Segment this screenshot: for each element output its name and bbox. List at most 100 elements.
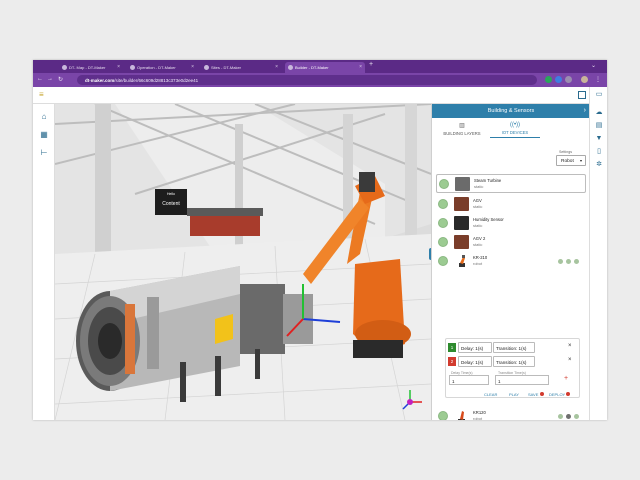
- remove-step-icon[interactable]: ×: [568, 357, 572, 363]
- extension-icon[interactable]: [545, 76, 552, 83]
- status-indicator[interactable]: [574, 414, 579, 419]
- chevron-down-icon: ▾: [579, 158, 582, 163]
- status-dot[interactable]: [438, 199, 448, 209]
- tab-search-icon[interactable]: ⌄: [591, 62, 596, 69]
- device-name: Steam Turbine: [474, 178, 502, 183]
- status-indicator[interactable]: [566, 259, 571, 264]
- filter-icon[interactable]: ▼: [594, 134, 604, 143]
- extension-icon[interactable]: [555, 76, 562, 83]
- printer-icon[interactable]: ▤: [594, 121, 604, 130]
- step-transition[interactable]: Transition: 1(s): [493, 342, 535, 353]
- building-sensors-panel: Building & Sensors › ▥ BUILDING LAYERS (…: [431, 104, 589, 420]
- device-row[interactable]: Steam Turbine static: [436, 174, 586, 193]
- step-transition[interactable]: Transition: 1(s): [493, 356, 535, 367]
- grid-view-icon[interactable]: [578, 91, 586, 99]
- factory-icon[interactable]: ⌂: [38, 112, 50, 122]
- device-row[interactable]: AGV static: [436, 195, 586, 214]
- overlay-content: Content: [162, 201, 180, 207]
- hierarchy-icon[interactable]: ⊢: [38, 148, 50, 158]
- tab-title: Sites - DT-Maker: [211, 65, 242, 70]
- device-row[interactable]: Humidity Sensor static: [436, 214, 586, 233]
- tab-label: BUILDING LAYERS: [443, 131, 481, 136]
- device-row[interactable]: AGV 2 static: [436, 233, 586, 252]
- chat-icon[interactable]: ▭: [594, 90, 604, 99]
- device-type: static: [474, 184, 484, 189]
- close-tab-icon[interactable]: ×: [117, 64, 120, 70]
- status-indicator[interactable]: [558, 259, 563, 264]
- address-bar: ← → ↻ dt-maker.com/site/builder/66c609d2…: [33, 73, 607, 87]
- profile-avatar[interactable]: [581, 76, 588, 83]
- device-type: static: [473, 223, 483, 228]
- new-tab-button[interactable]: +: [369, 61, 373, 68]
- status-dot[interactable]: [438, 411, 448, 420]
- device-thumbnail: [454, 235, 469, 249]
- layers-icon[interactable]: ▦: [38, 130, 50, 140]
- device-thumbnail: [454, 197, 469, 211]
- forward-icon[interactable]: →: [47, 76, 53, 82]
- browser-tab-operation[interactable]: Operation - DT-Maker ×: [127, 62, 197, 73]
- add-step-button[interactable]: +: [564, 375, 568, 382]
- status-indicator[interactable]: [558, 414, 563, 419]
- thermometer-icon[interactable]: ▯: [594, 147, 604, 156]
- device-row[interactable]: KR120 robot: [436, 407, 586, 420]
- browser-tab-sites[interactable]: Sites - DT-Maker ×: [201, 62, 281, 73]
- save-button[interactable]: SAVE: [528, 392, 544, 397]
- tab-iot-devices[interactable]: ((•)) IOT DEVICES: [490, 122, 540, 138]
- settings-label: Settings: [559, 150, 572, 154]
- device-name: Humidity Sensor: [473, 217, 504, 222]
- url-path: /site/builder/66c609d28813c373e0d2ee41: [114, 77, 199, 83]
- device-row[interactable]: KR-210 robot: [436, 252, 586, 271]
- overlay-header: Hello: [167, 192, 175, 196]
- delay-time-input[interactable]: 1: [449, 375, 489, 385]
- url-field[interactable]: dt-maker.com/site/builder/66c609d28813c3…: [77, 75, 537, 85]
- device-name: AGV: [473, 198, 482, 203]
- step-number: 2: [448, 357, 456, 366]
- chevron-right-icon[interactable]: ›: [584, 107, 586, 114]
- 3d-viewport[interactable]: Hello Content: [55, 104, 431, 420]
- device-thumbnail: [454, 216, 469, 230]
- deploy-label: DEPLOY: [549, 392, 566, 397]
- status-dot[interactable]: [438, 256, 448, 266]
- step-delay[interactable]: Delay: 1(s): [458, 356, 492, 367]
- status-indicator[interactable]: [574, 259, 579, 264]
- tab-title: Operation - DT-Maker: [137, 65, 176, 70]
- transition-time-input[interactable]: 1: [495, 375, 549, 385]
- deploy-indicator-icon: [566, 392, 571, 396]
- panel-title: Building & Sensors: [487, 108, 535, 114]
- close-tab-icon[interactable]: ×: [275, 64, 278, 70]
- browser-menu-icon[interactable]: ⋮: [595, 76, 601, 83]
- back-icon[interactable]: ←: [37, 76, 43, 82]
- clear-button[interactable]: CLEAR: [484, 392, 497, 397]
- menu-icon[interactable]: ≡: [39, 91, 44, 99]
- settings-select[interactable]: Robot ▾: [556, 155, 586, 166]
- tab-label: IOT DEVICES: [501, 130, 529, 135]
- sequence-editor: 1 Delay: 1(s) Transition: 1(s) × 2 Delay…: [445, 338, 580, 398]
- tab-building-layers[interactable]: ▥ BUILDING LAYERS: [437, 122, 487, 136]
- close-tab-icon[interactable]: ×: [359, 64, 362, 70]
- desktop: DT- Map - DT-Maker × Operation - DT-Make…: [0, 0, 640, 480]
- step-delay[interactable]: Delay: 1(s): [458, 342, 492, 353]
- robot-arm-icon: [459, 255, 465, 267]
- status-dot[interactable]: [438, 237, 448, 247]
- device-type: robot: [473, 261, 483, 266]
- device-thumbnail: [454, 254, 469, 268]
- browser-tab-map[interactable]: DT- Map - DT-Maker ×: [59, 62, 123, 73]
- status-dot[interactable]: [438, 218, 448, 228]
- panel-header: Building & Sensors ›: [432, 104, 589, 118]
- browser-tab-builder[interactable]: Builder - DT-Maker ×: [285, 62, 365, 73]
- scene-overlay-panel[interactable]: Hello Content: [155, 189, 187, 215]
- robot-arm-icon: [458, 411, 465, 420]
- extension-icon[interactable]: [565, 76, 572, 83]
- 3d-scene[interactable]: [55, 104, 431, 420]
- play-button[interactable]: PLAY: [509, 392, 519, 397]
- tab-favicon-icon: [288, 65, 293, 70]
- status-dot[interactable]: [439, 179, 449, 189]
- remove-step-icon[interactable]: ×: [568, 343, 572, 349]
- close-tab-icon[interactable]: ×: [191, 64, 194, 70]
- browser-window: DT- Map - DT-Maker × Operation - DT-Make…: [33, 60, 607, 420]
- reload-icon[interactable]: ↻: [58, 76, 63, 83]
- settings-icon[interactable]: ✲: [594, 160, 604, 169]
- cloud-icon[interactable]: ☁: [594, 108, 604, 117]
- deploy-button[interactable]: DEPLOY: [549, 392, 571, 397]
- status-indicator[interactable]: [566, 414, 571, 419]
